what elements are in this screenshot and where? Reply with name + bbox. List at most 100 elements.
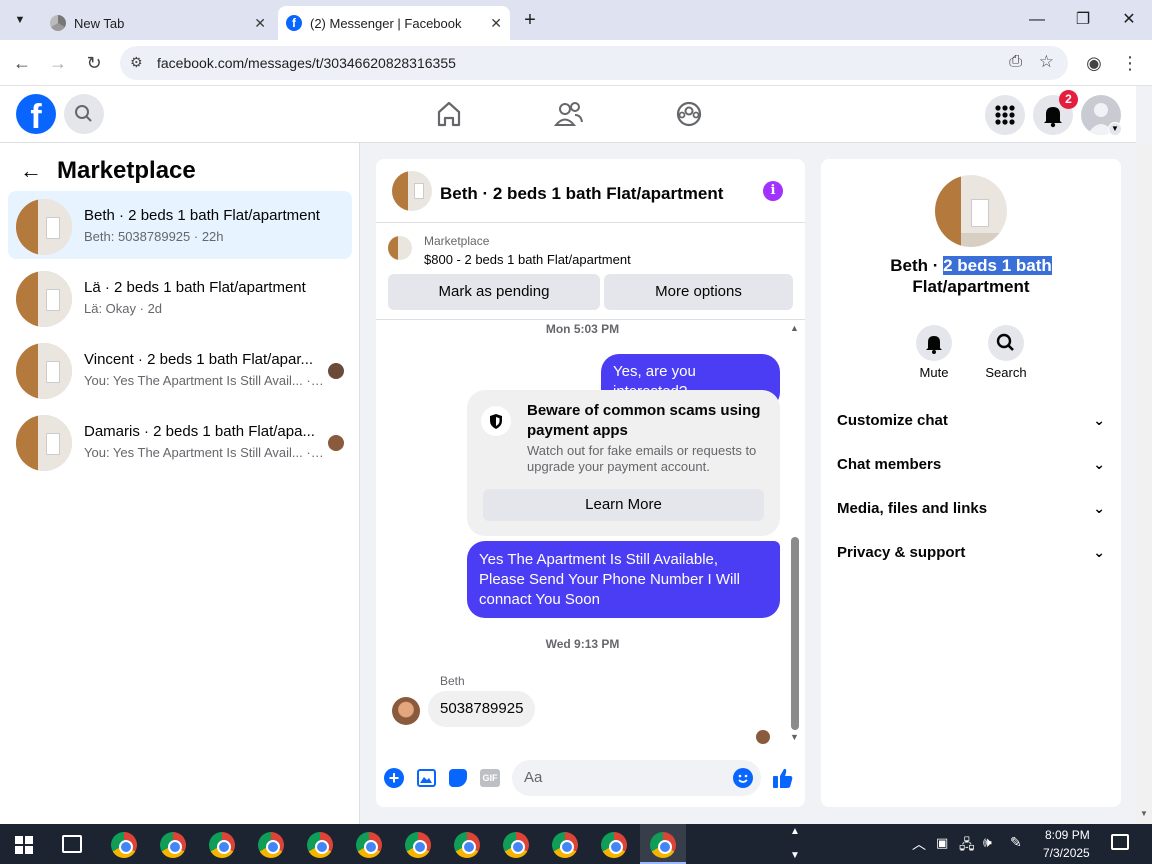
- bookmark-star-icon[interactable]: ☆: [1039, 52, 1054, 72]
- chevron-down-icon: ⌄: [1093, 456, 1105, 472]
- page-scrollbar[interactable]: ▼: [1136, 143, 1152, 824]
- friends-nav-button[interactable]: [544, 92, 594, 136]
- gif-icon[interactable]: GIF: [480, 769, 500, 787]
- chrome-taskbar-icon[interactable]: [650, 832, 676, 858]
- mark-as-pending-button[interactable]: Mark as pending: [388, 274, 600, 310]
- show-hidden-icons-chevron-icon[interactable]: ︿: [912, 834, 926, 854]
- chrome-taskbar-icon[interactable]: [405, 832, 431, 858]
- seen-avatar: [328, 435, 344, 451]
- search-button[interactable]: [64, 94, 104, 134]
- back-button[interactable]: ←: [9, 50, 35, 76]
- chrome-taskbar-icon[interactable]: [552, 832, 578, 858]
- tab-new-tab[interactable]: New Tab ✕: [40, 6, 274, 40]
- address-bar[interactable]: ⚙ facebook.com/messages/t/30346620828316…: [120, 46, 1068, 80]
- notification-center-icon[interactable]: [1111, 834, 1129, 850]
- browser-tab-strip: ▼ New Tab ✕ f (2) Messenger | Facebook ✕…: [0, 0, 1152, 40]
- listing-description[interactable]: $800 - 2 beds 1 bath Flat/apartment: [424, 252, 631, 267]
- details-avatar[interactable]: [935, 175, 1007, 247]
- tab-search-button[interactable]: ▼: [8, 8, 32, 32]
- clock-date[interactable]: 7/3/2025: [1043, 846, 1090, 860]
- meet-now-icon[interactable]: ▣: [936, 835, 948, 851]
- sender-name: Beth: [440, 674, 465, 688]
- emoji-icon[interactable]: [733, 768, 753, 788]
- chrome-menu-icon[interactable]: ⋮: [1117, 50, 1143, 76]
- maximize-button[interactable]: ❐: [1071, 8, 1095, 32]
- install-app-icon[interactable]: ⎙: [1009, 53, 1022, 71]
- learn-more-button[interactable]: Learn More: [483, 489, 764, 521]
- chrome-taskbar-icon[interactable]: [160, 832, 186, 858]
- more-options-button[interactable]: More options: [604, 274, 793, 310]
- windows-start-icon[interactable]: [15, 836, 33, 854]
- conversation-item[interactable]: Beth · 2 beds 1 bath Flat/apartment Beth…: [8, 191, 352, 259]
- sticker-icon[interactable]: [449, 769, 467, 787]
- menu-button[interactable]: [985, 95, 1025, 135]
- chrome-taskbar-icon[interactable]: [454, 832, 480, 858]
- account-chevron-icon[interactable]: ▼: [1108, 122, 1122, 136]
- name-prefix: Beth ·: [890, 256, 944, 275]
- warning-title: Beware of common scams using payment app…: [527, 402, 761, 439]
- section-label: Chat members: [837, 456, 942, 473]
- chrome-taskbar-icon[interactable]: [503, 832, 529, 858]
- privacy-support-section[interactable]: Privacy & support ⌄: [837, 544, 1105, 568]
- forward-button[interactable]: →: [45, 50, 71, 76]
- scroll-down-icon[interactable]: ▼: [1140, 809, 1148, 818]
- conversation-item[interactable]: Damaris · 2 beds 1 bath Flat/apa... You:…: [8, 407, 352, 475]
- listing-thumbnail: [16, 199, 72, 255]
- minimize-button[interactable]: —: [1025, 8, 1049, 32]
- conversation-item[interactable]: Lä · 2 beds 1 bath Flat/apartment Lä: Ok…: [8, 263, 352, 331]
- section-label: Privacy & support: [837, 544, 966, 561]
- chat-scrollbar-thumb[interactable]: [791, 537, 799, 730]
- site-settings-icon[interactable]: ⚙: [130, 54, 143, 71]
- facebook-logo[interactable]: f: [16, 94, 56, 134]
- home-nav-button[interactable]: [424, 92, 474, 136]
- tab-messenger[interactable]: f (2) Messenger | Facebook ✕: [278, 6, 510, 40]
- message-input[interactable]: Aa: [512, 760, 761, 796]
- conversation-snippet: Lä: Okay · 2d: [84, 301, 163, 316]
- reload-button[interactable]: ↻: [81, 50, 107, 76]
- url-text[interactable]: facebook.com/messages/t/3034662082831635…: [157, 55, 456, 71]
- menu-grid-icon: [995, 105, 1015, 125]
- outgoing-message[interactable]: Yes The Apartment Is Still Available, Pl…: [467, 541, 780, 618]
- listing-thumbnail: [16, 343, 72, 399]
- chrome-taskbar-icon[interactable]: [258, 832, 284, 858]
- taskbar-scroll-down-icon[interactable]: ▼: [790, 850, 800, 861]
- new-tab-button[interactable]: +: [518, 8, 542, 32]
- info-icon[interactable]: i: [763, 181, 783, 201]
- media-files-links-section[interactable]: Media, files and links ⌄: [837, 500, 1105, 524]
- chat-members-section[interactable]: Chat members ⌄: [837, 456, 1105, 480]
- clock-time[interactable]: 8:09 PM: [1045, 828, 1090, 842]
- chat-title[interactable]: Beth · 2 beds 1 bath Flat/apartment: [440, 184, 723, 204]
- network-icon[interactable]: 🖧: [959, 834, 975, 858]
- scroll-up-icon[interactable]: ▲: [790, 323, 799, 333]
- close-window-button[interactable]: ✕: [1117, 8, 1141, 32]
- pen-icon[interactable]: ✎: [1010, 834, 1022, 851]
- profile-icon[interactable]: ◉: [1081, 50, 1107, 76]
- like-thumbs-up-icon[interactable]: [772, 766, 794, 790]
- chat-avatar[interactable]: [392, 171, 432, 211]
- chrome-taskbar-icon[interactable]: [356, 832, 382, 858]
- conversation-item[interactable]: Vincent · 2 beds 1 bath Flat/apar... You…: [8, 335, 352, 403]
- volume-icon[interactable]: 🕪: [983, 834, 992, 851]
- close-tab-icon[interactable]: ✕: [254, 15, 266, 32]
- chrome-taskbar-icon[interactable]: [111, 832, 137, 858]
- sender-avatar[interactable]: [392, 697, 420, 725]
- message-input-placeholder: Aa: [524, 769, 543, 786]
- chrome-taskbar-icon[interactable]: [209, 832, 235, 858]
- chrome-taskbar-icon[interactable]: [601, 832, 627, 858]
- listing-small-thumbnail[interactable]: [388, 236, 412, 260]
- chrome-taskbar-icon[interactable]: [307, 832, 333, 858]
- add-attachment-icon[interactable]: +: [384, 768, 404, 788]
- close-tab-icon[interactable]: ✕: [490, 15, 502, 32]
- back-arrow-icon[interactable]: ←: [20, 158, 42, 184]
- task-view-icon[interactable]: [62, 835, 82, 853]
- incoming-message[interactable]: 5038789925: [428, 691, 536, 727]
- home-icon: [437, 101, 461, 127]
- groups-nav-button[interactable]: [664, 92, 714, 136]
- customize-chat-section[interactable]: Customize chat ⌄: [837, 412, 1105, 436]
- search-in-chat-button[interactable]: [988, 325, 1024, 361]
- conversation-snippet: You: Yes The Apartment Is Still Avail...…: [84, 373, 324, 388]
- scroll-down-icon[interactable]: ▼: [790, 732, 799, 742]
- photo-icon[interactable]: [417, 769, 436, 787]
- taskbar-scroll-up-icon[interactable]: ▲: [790, 826, 800, 837]
- mute-button[interactable]: [916, 325, 952, 361]
